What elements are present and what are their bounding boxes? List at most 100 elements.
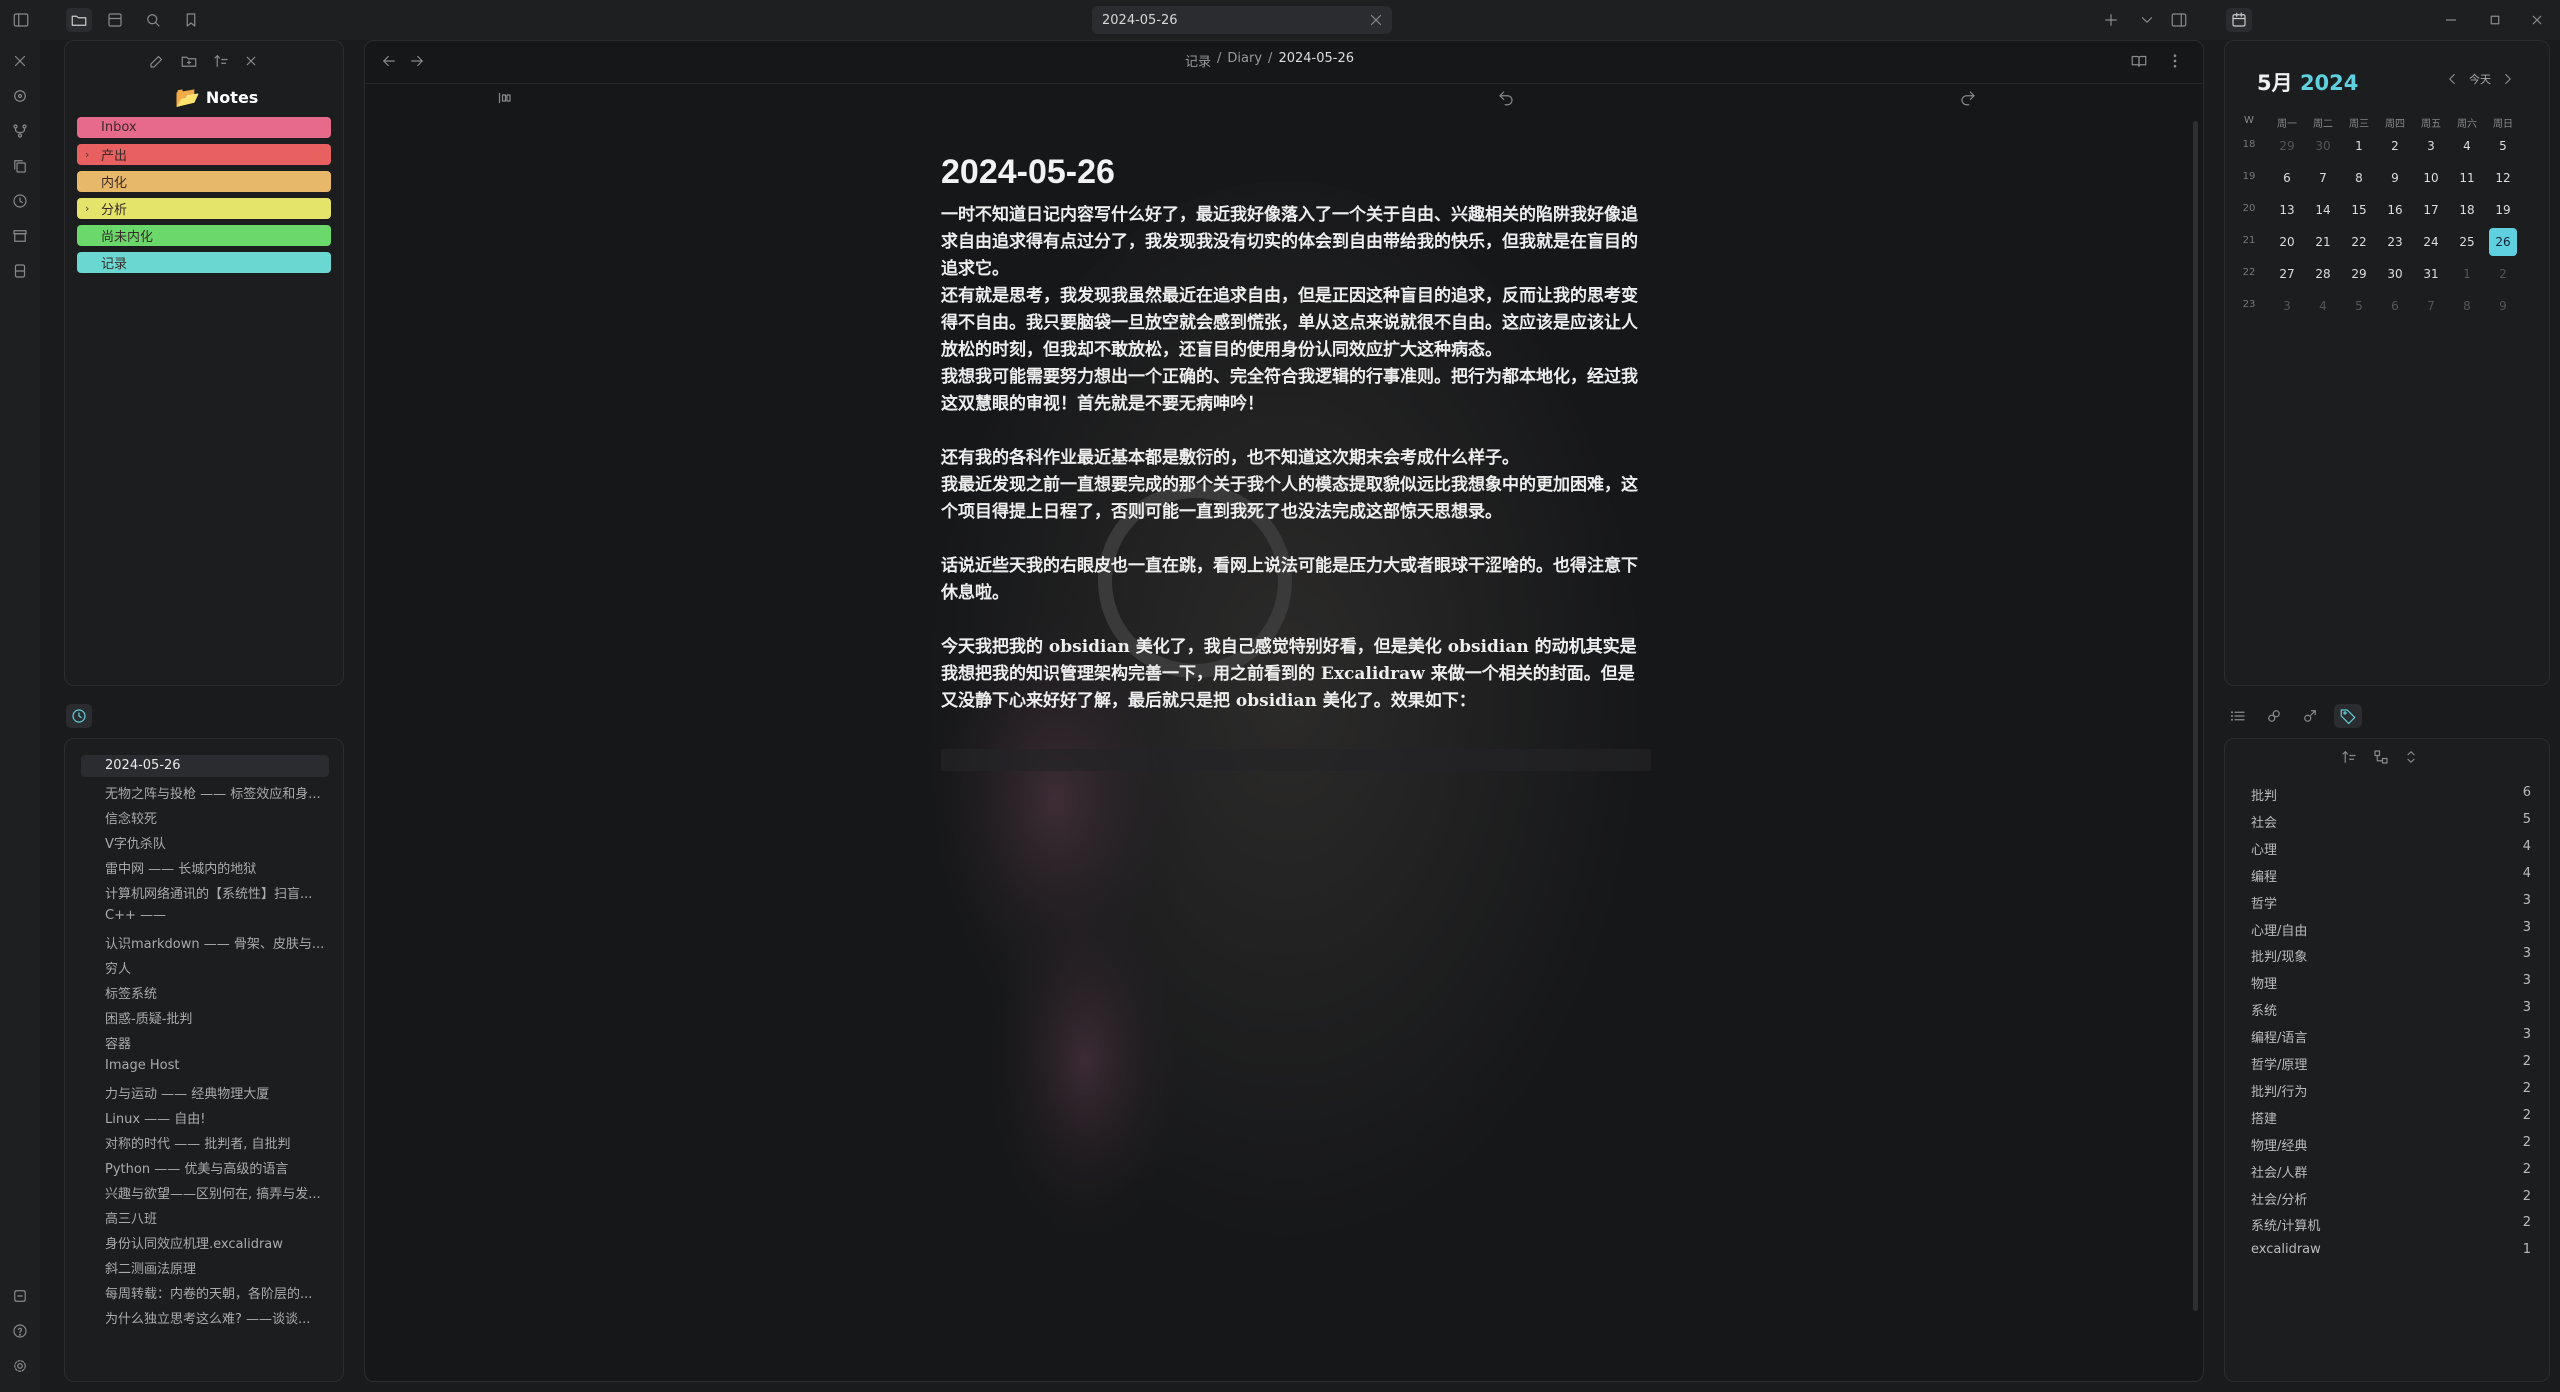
- copy-icon[interactable]: [9, 155, 31, 177]
- recent-file-item[interactable]: 对称的时代 —— 批判者, 自批判: [105, 1133, 325, 1152]
- calendar-day[interactable]: 7: [2309, 171, 2337, 185]
- bookmark-icon[interactable]: [180, 9, 202, 31]
- tag-item[interactable]: 社会/人群 2: [2251, 1162, 2531, 1181]
- calendar-day[interactable]: 6: [2381, 299, 2409, 313]
- calendar-day[interactable]: 4: [2309, 299, 2337, 313]
- note-title[interactable]: 2024-05-26: [941, 153, 1651, 192]
- undo-icon[interactable]: [1495, 87, 1517, 109]
- excalidraw-icon[interactable]: [9, 50, 31, 72]
- tag-hierarchy-icon[interactable]: [2371, 747, 2391, 767]
- calendar-day[interactable]: 30: [2381, 267, 2409, 281]
- tag-item[interactable]: 哲学 3: [2251, 893, 2531, 912]
- recent-file-item[interactable]: 每周转载：内卷的天朝，各阶层的...: [105, 1283, 325, 1302]
- outgoing-links-icon[interactable]: [2298, 704, 2322, 728]
- tag-item[interactable]: 系统 3: [2251, 1000, 2531, 1019]
- today-button[interactable]: 今天: [2469, 71, 2491, 87]
- note-paragraph[interactable]: [941, 526, 1651, 553]
- calendar-icon[interactable]: [2226, 8, 2252, 32]
- settings-gear-icon[interactable]: [9, 1355, 31, 1377]
- calendar-day[interactable]: 7: [2417, 299, 2445, 313]
- recent-file-item[interactable]: 穷人: [105, 958, 325, 977]
- calendar-day[interactable]: 3: [2273, 299, 2301, 313]
- forward-arrow-icon[interactable]: [407, 51, 427, 71]
- week-number[interactable]: 19: [2235, 171, 2263, 182]
- note-paragraph[interactable]: 我想我可能需要努力想出一个正确的、完全符合我逻辑的行事准则。把行为都本地化，经过…: [941, 364, 1651, 418]
- recent-file-item[interactable]: 容器: [105, 1033, 325, 1052]
- recent-file-item[interactable]: 认识markdown —— 骨架、皮肤与...: [105, 933, 325, 952]
- git-branch-icon[interactable]: [9, 120, 31, 142]
- calendar-day[interactable]: 8: [2345, 171, 2373, 185]
- file-explorer-icon[interactable]: [66, 8, 92, 32]
- calendar-day[interactable]: 30: [2309, 139, 2337, 153]
- tag-item[interactable]: 哲学/原理 2: [2251, 1054, 2531, 1073]
- tag-item[interactable]: 编程 4: [2251, 866, 2531, 885]
- calendar-day[interactable]: 12: [2489, 171, 2517, 185]
- tag-item[interactable]: 社会/分析 2: [2251, 1189, 2531, 1208]
- right-sidebar-toggle-icon[interactable]: [2168, 9, 2190, 31]
- calendar-day[interactable]: 8: [2453, 299, 2481, 313]
- archive-icon[interactable]: [9, 225, 31, 247]
- new-note-icon[interactable]: [147, 51, 167, 71]
- recent-file-item[interactable]: 困惑-质疑-批判: [105, 1008, 325, 1027]
- calendar-day[interactable]: 3: [2417, 139, 2445, 153]
- calendar-day[interactable]: 14: [2309, 203, 2337, 217]
- tag-item[interactable]: 物理 3: [2251, 973, 2531, 992]
- sort-icon[interactable]: [211, 51, 231, 71]
- calendar-day[interactable]: 28: [2309, 267, 2337, 281]
- tags-icon[interactable]: [2334, 704, 2362, 728]
- prev-month-chevron-icon[interactable]: [2443, 69, 2461, 89]
- folder-item[interactable]: Inbox: [77, 117, 331, 138]
- folder-item[interactable]: 尚未内化: [77, 225, 331, 246]
- week-number[interactable]: 22: [2235, 267, 2263, 278]
- calendar-day[interactable]: 15: [2345, 203, 2373, 217]
- recent-file-item[interactable]: 雷中网 —— 长城内的地狱: [105, 858, 325, 877]
- calendar-day[interactable]: 1: [2453, 267, 2481, 281]
- database-icon[interactable]: [9, 260, 31, 282]
- chevron-down-icon[interactable]: [2136, 9, 2158, 31]
- minimize-icon[interactable]: [2440, 9, 2462, 31]
- recent-file-item[interactable]: 为什么独立思考这么难? ——谈谈...: [105, 1308, 325, 1327]
- search-icon[interactable]: [142, 9, 164, 31]
- calendar-day[interactable]: 29: [2273, 139, 2301, 153]
- recent-file-item[interactable]: 标签系统: [105, 983, 325, 1002]
- history-icon[interactable]: [9, 190, 31, 212]
- recent-file-item[interactable]: Python —— 优美与高级的语言: [105, 1158, 325, 1177]
- sidebar-toggle-icon[interactable]: [10, 9, 32, 31]
- folder-item[interactable]: 内化: [77, 171, 331, 192]
- calendar-day[interactable]: 25: [2453, 235, 2481, 249]
- calendar-day[interactable]: 2: [2381, 139, 2409, 153]
- calendar-day[interactable]: 31: [2417, 267, 2445, 281]
- tag-item[interactable]: 系统/计算机 2: [2251, 1215, 2531, 1234]
- tag-item[interactable]: 批判/行为 2: [2251, 1081, 2531, 1100]
- new-folder-icon[interactable]: [179, 51, 199, 71]
- recent-file-item[interactable]: 2024-05-26: [105, 758, 325, 773]
- calendar-day[interactable]: 17: [2417, 203, 2445, 217]
- recent-file-item[interactable]: 斜二测画法原理: [105, 1258, 325, 1277]
- new-tab-icon[interactable]: [2100, 9, 2122, 31]
- calendar-day[interactable]: 9: [2489, 299, 2517, 313]
- close-window-icon[interactable]: [2526, 9, 2548, 31]
- recent-file-item[interactable]: Linux —— 自由!: [105, 1108, 325, 1127]
- maximize-icon[interactable]: [2484, 9, 2506, 31]
- help-icon[interactable]: [9, 1320, 31, 1342]
- tag-item[interactable]: excalidraw 1: [2251, 1242, 2531, 1257]
- editor-scrollbar[interactable]: [2193, 121, 2198, 1311]
- recent-file-item[interactable]: 信念较死: [105, 808, 325, 827]
- recent-file-item[interactable]: 力与运动 —— 经典物理大厦: [105, 1083, 325, 1102]
- calendar-day[interactable]: 2: [2489, 267, 2517, 281]
- week-number[interactable]: 20: [2235, 203, 2263, 214]
- folder-item[interactable]: 记录: [77, 252, 331, 273]
- calendar-day-today[interactable]: 26: [2489, 228, 2517, 256]
- week-number[interactable]: 18: [2235, 139, 2263, 150]
- recent-file-item[interactable]: 无物之阵与投枪 —— 标签效应和身...: [105, 783, 325, 802]
- calendar-day[interactable]: 18: [2453, 203, 2481, 217]
- tag-item[interactable]: 心理/自由 3: [2251, 920, 2531, 939]
- calendar-day[interactable]: 27: [2273, 267, 2301, 281]
- graph-view-icon[interactable]: [9, 85, 31, 107]
- expand-collapse-icon[interactable]: [2401, 747, 2421, 767]
- next-month-chevron-icon[interactable]: [2499, 69, 2517, 89]
- recent-file-item[interactable]: 兴趣与欲望——区别何在, 搞弄与发...: [105, 1183, 325, 1202]
- recent-file-item[interactable]: V字仇杀队: [105, 833, 325, 852]
- tag-item[interactable]: 批判/现象 3: [2251, 946, 2531, 965]
- calendar-day[interactable]: 22: [2345, 235, 2373, 249]
